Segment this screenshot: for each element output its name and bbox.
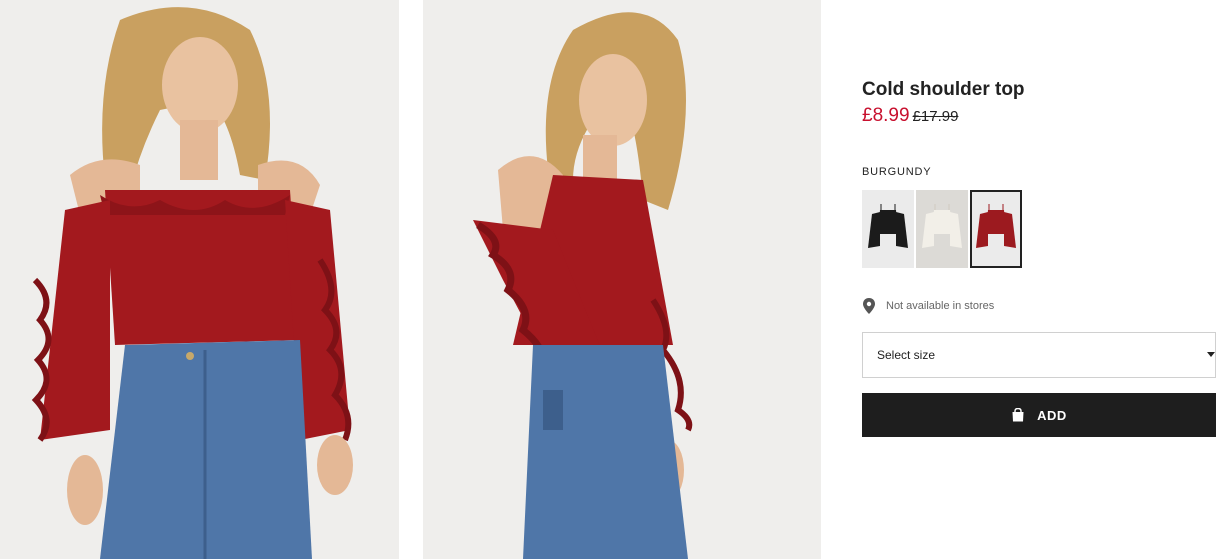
store-availability: Not available in stores (862, 298, 994, 314)
product-details-panel: Cold shoulder top £8.99£17.99 BURGUNDY (862, 0, 1216, 559)
caret-down-icon (1207, 352, 1215, 357)
original-price: £17.99 (912, 108, 959, 125)
burgundy-top-swatch (970, 190, 1022, 268)
swatch-white[interactable] (916, 190, 968, 268)
product-title: Cold shoulder top (862, 79, 1025, 100)
swatch-black[interactable] (862, 190, 914, 268)
add-button-label: ADD (1037, 407, 1067, 423)
model-side-photo (423, 0, 821, 559)
swatch-burgundy[interactable] (970, 190, 1022, 268)
white-top-swatch (916, 190, 968, 268)
product-photo-side[interactable] (423, 0, 821, 559)
selected-color-name: BURGUNDY (862, 166, 932, 178)
size-select[interactable]: Select size (862, 332, 1216, 378)
color-swatches (862, 190, 1022, 268)
shopping-bag-icon (1012, 408, 1024, 422)
model-front-photo (0, 0, 399, 559)
sale-price: £8.99 (862, 105, 910, 126)
product-photo-front[interactable] (0, 0, 399, 559)
price-block: £8.99 £17.99 (862, 105, 958, 127)
location-pin-icon (863, 298, 875, 314)
black-top-swatch (862, 190, 914, 268)
add-to-bag-button[interactable]: ADD (862, 393, 1216, 437)
availability-text: Not available in stores (886, 300, 995, 312)
size-select-label: Select size (877, 348, 936, 362)
